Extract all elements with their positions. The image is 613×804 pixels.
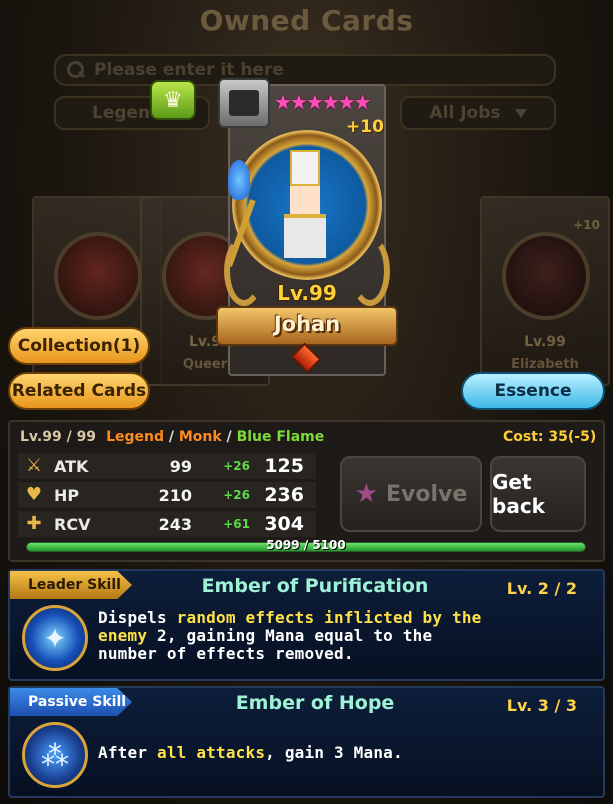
leader-skill-icon: ✦ (22, 605, 88, 671)
passive-skill-name: Ember of Hope (235, 692, 395, 714)
job-filter-value: All Jobs (429, 103, 501, 123)
passive-skill-icon: ⁂ (22, 722, 88, 788)
star-icon: ★ (354, 479, 378, 509)
card-info-line: Lv.99 / 99 Legend / Monk / Blue Flame (20, 429, 325, 445)
level-text: Lv.99 / 99 (20, 429, 97, 445)
page-title: Owned Cards (199, 4, 414, 37)
card-plus-value: +10 (346, 117, 384, 137)
side-card-elizabeth[interactable]: +10 Lv.99 Elizabeth (480, 196, 610, 386)
cross-icon: ✚ (26, 513, 42, 534)
sword-icon: ⚔ (25, 455, 43, 476)
rarity-stars: ★★★★★★ (274, 90, 372, 114)
element-text: Blue Flame (236, 429, 325, 445)
evolve-button[interactable]: ★ Evolve (340, 456, 482, 532)
leader-skill-name: Ember of Purification (201, 575, 429, 597)
card-name: Elizabeth (511, 357, 579, 372)
search-placeholder: Please enter it here (94, 60, 284, 80)
passive-skill-level: Lv. 3 / 3 (506, 696, 577, 715)
passive-skill-panel: Passive Skill Ember of Hope Lv. 3 / 3 ⁂ … (8, 686, 605, 798)
stat-row-rcv: ✚ RCV 243 +61 304 (18, 511, 316, 537)
card-level: Lv.99 (524, 334, 566, 350)
job-filter-dropdown[interactable]: All Jobs (400, 96, 556, 130)
chevron-down-icon (514, 108, 527, 118)
card-plus: +10 (573, 218, 600, 232)
leader-skill-description: Dispels random effects inflicted by the … (98, 608, 482, 663)
book-icon (218, 78, 270, 128)
heart-icon: ♥ (25, 484, 43, 505)
leader-skill-tag: Leader Skill (10, 571, 132, 599)
hero-level: Lv.99 (277, 281, 337, 305)
hero-portrait (226, 150, 338, 268)
job-text: Monk (178, 429, 222, 445)
collection-button[interactable]: Collection(1) (8, 327, 150, 365)
stat-row-atk: ⚔ ATK 99 +26 125 (18, 453, 316, 479)
blue-flame-icon (228, 160, 250, 200)
hero-name: Johan (273, 312, 341, 336)
leader-skill-panel: Leader Skill Ember of Purification Lv. 2… (8, 569, 605, 681)
card-portrait (54, 232, 142, 320)
stat-row-hp: ♥ HP 210 +26 236 (18, 482, 316, 508)
get-back-button[interactable]: Get back (490, 456, 586, 532)
flame-icon: ✦ (43, 621, 67, 655)
crown-icon: ♛ (150, 80, 196, 120)
passive-skill-description: After all attacks, gain 3 Mana. (98, 743, 403, 762)
essence-button[interactable]: Essence (461, 372, 605, 410)
leader-skill-level: Lv. 2 / 2 (506, 579, 577, 598)
related-cards-button[interactable]: Related Cards (8, 372, 150, 410)
passive-skill-tag: Passive Skill (10, 688, 132, 716)
search-input[interactable]: Please enter it here (54, 54, 556, 86)
cost-text: Cost: 35(-5) (503, 429, 597, 445)
card-portrait (502, 232, 590, 320)
search-icon (66, 60, 86, 80)
experience-text: 5099 / 5100 (266, 538, 346, 552)
orbs-icon: ⁂ (41, 738, 69, 772)
rarity-text: Legend (106, 429, 164, 445)
